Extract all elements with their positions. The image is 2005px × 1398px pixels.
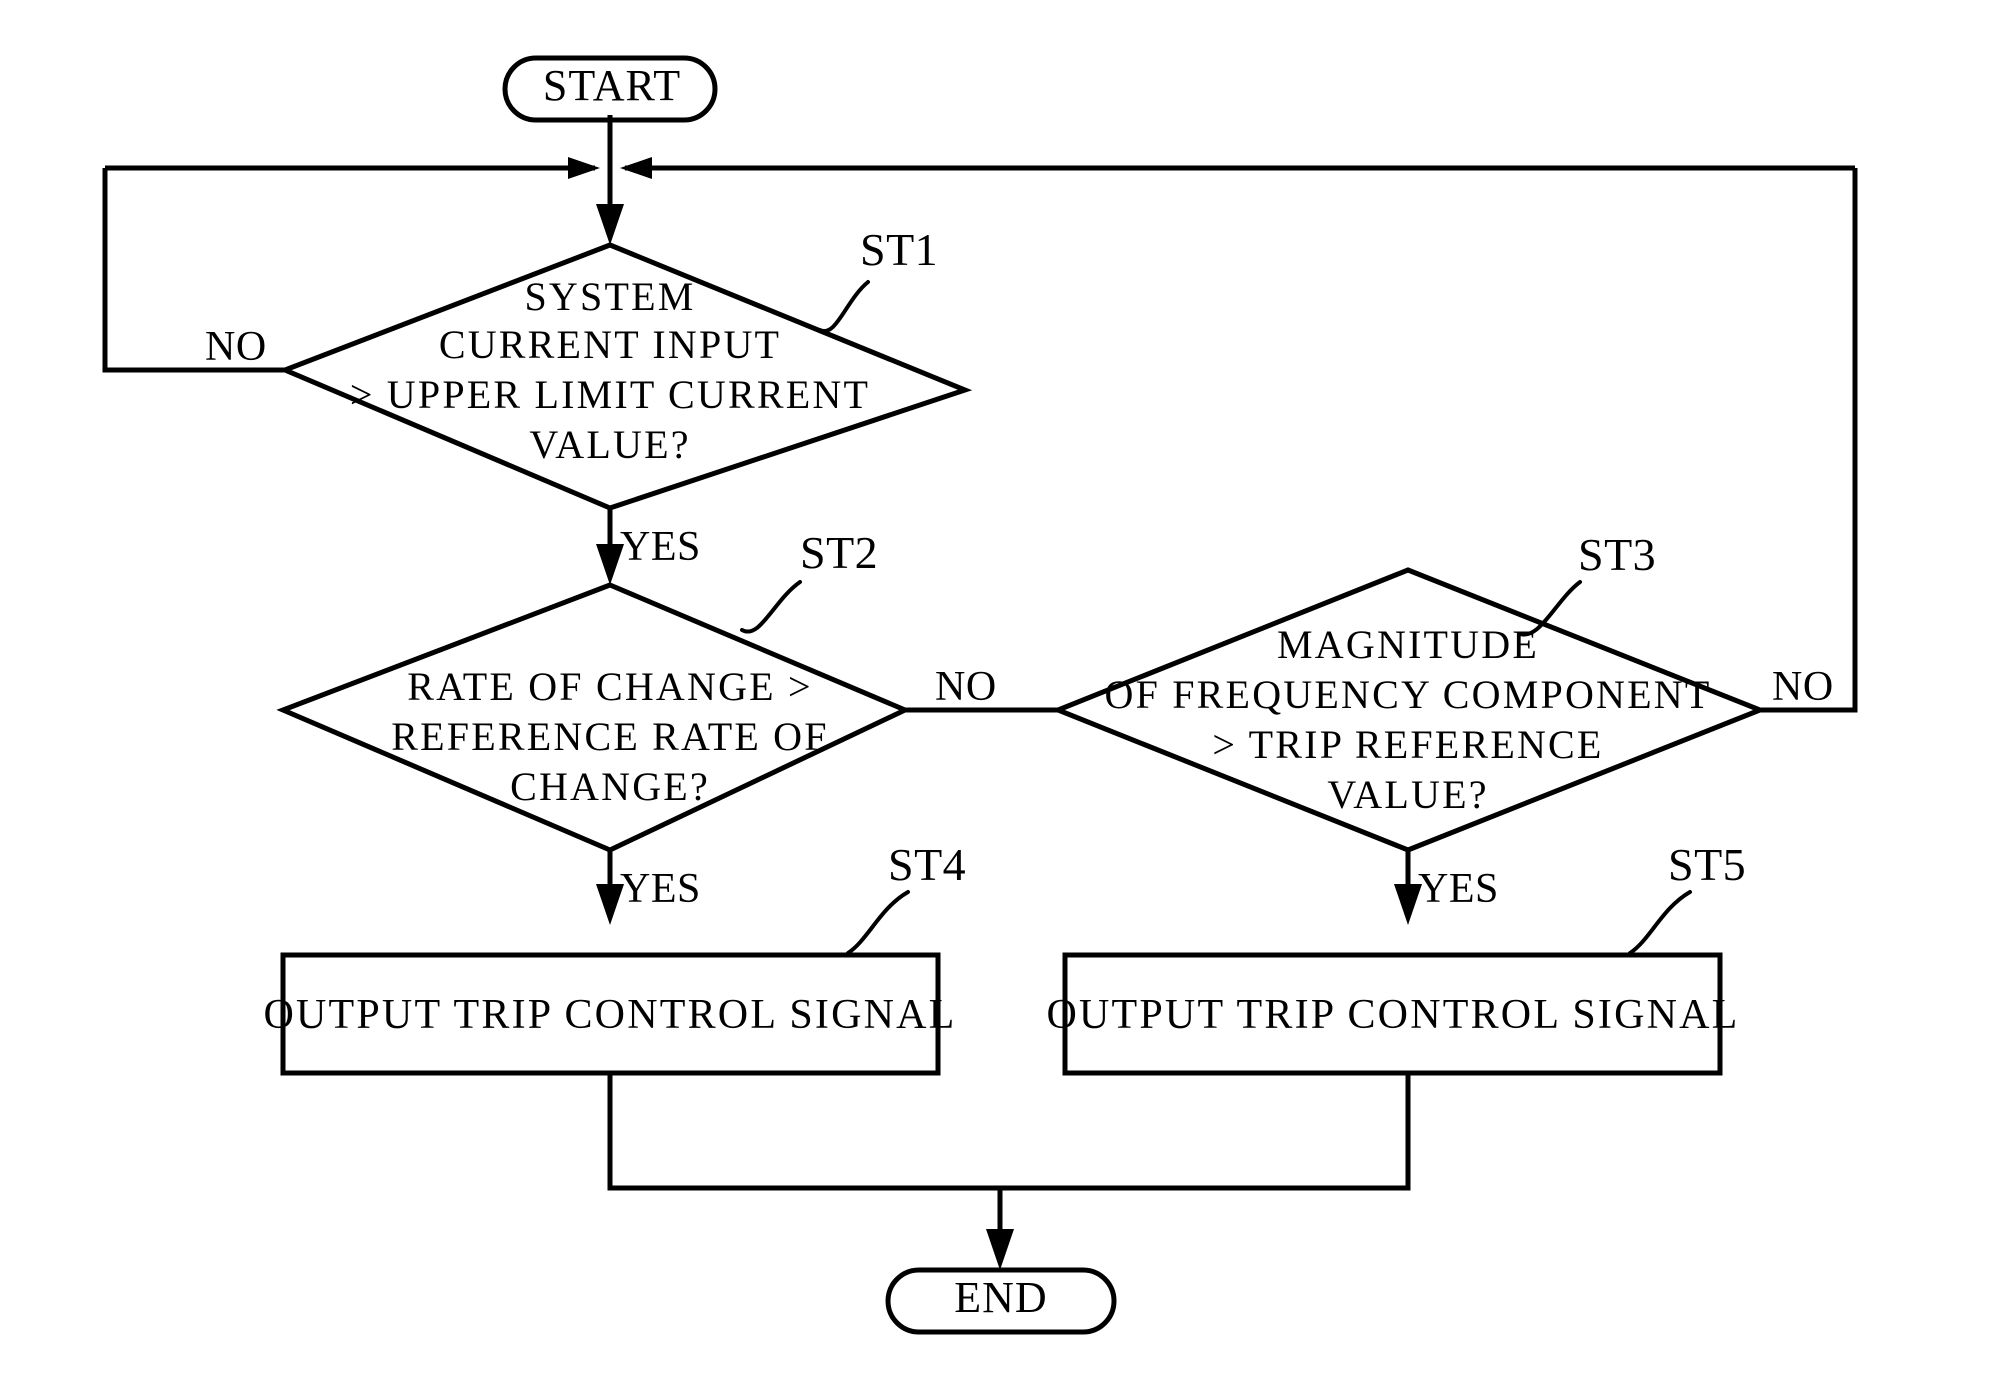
edge-merge-to-end <box>607 1072 1411 1191</box>
edge-label-st1-no: NO <box>205 324 267 370</box>
arrowhead-start-to-st1 <box>596 204 624 245</box>
node-st2-line-3: CHANGE? <box>510 764 710 809</box>
step-label-st2: ST2 <box>800 527 878 578</box>
arrowhead-left-rail <box>568 157 600 179</box>
node-end-label: END <box>954 1273 1047 1322</box>
node-st2-line-1: RATE OF CHANGE > <box>407 664 813 709</box>
leader-st4 <box>846 890 910 955</box>
node-st3-line-2: OF FREQUENCY COMPONENT <box>1105 672 1712 717</box>
node-st1-line-1: SYSTEM <box>524 274 695 319</box>
node-st1-line-2: CURRENT INPUT <box>439 322 781 367</box>
node-st3-line-1: MAGNITUDE <box>1277 622 1539 667</box>
node-st4-label: OUTPUT TRIP CONTROL SIGNAL <box>263 992 956 1038</box>
leader-st2 <box>740 580 802 634</box>
flowchart-canvas: START SYSTEM CURRENT INPUT > UPPER LIMIT… <box>0 0 2005 1398</box>
edge-st3-no-return <box>1760 168 1858 713</box>
node-st1-line-4: VALUE? <box>529 422 690 467</box>
step-label-st4: ST4 <box>888 839 966 890</box>
edge-label-st3-yes: YES <box>1418 866 1499 912</box>
node-st2-line-2: REFERENCE RATE OF <box>391 714 828 759</box>
arrowhead-right-rail <box>620 157 652 179</box>
flowchart-svg: START SYSTEM CURRENT INPUT > UPPER LIMIT… <box>102 55 1858 1335</box>
step-label-st5: ST5 <box>1668 839 1746 890</box>
leader-st5 <box>1628 890 1692 955</box>
step-label-st3: ST3 <box>1578 529 1656 580</box>
edge-label-st2-yes: YES <box>620 866 701 912</box>
edge-label-st1-yes: YES <box>620 524 701 570</box>
edge-label-st2-no: NO <box>935 664 997 710</box>
node-st1-line-3: > UPPER LIMIT CURRENT <box>350 372 870 417</box>
step-label-st1: ST1 <box>860 224 938 275</box>
node-start-label: START <box>543 61 681 110</box>
arrowhead-to-end <box>986 1229 1014 1270</box>
node-st3-line-4: VALUE? <box>1327 772 1488 817</box>
leader-st1 <box>818 280 870 334</box>
node-st5-label: OUTPUT TRIP CONTROL SIGNAL <box>1046 992 1739 1038</box>
node-st3-line-3: > TRIP REFERENCE <box>1212 722 1603 767</box>
edge-label-st3-no: NO <box>1772 664 1834 710</box>
